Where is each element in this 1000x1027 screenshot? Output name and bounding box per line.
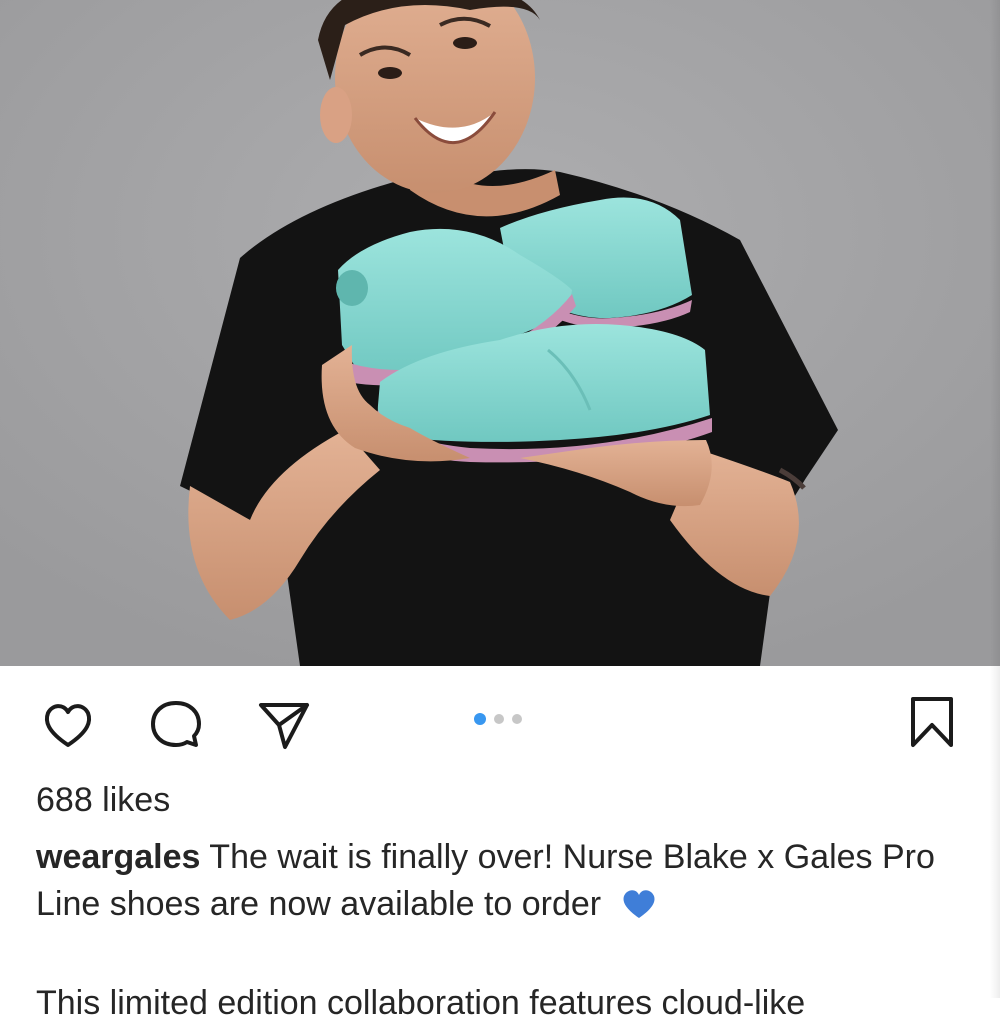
post-image[interactable] [0, 0, 1000, 666]
blue-heart-icon [619, 885, 659, 921]
post-action-bar [0, 666, 1000, 776]
heart-icon[interactable] [38, 694, 98, 754]
paper-plane-icon[interactable] [254, 694, 314, 754]
bookmark-icon[interactable] [902, 694, 962, 754]
carousel-dot-active [474, 713, 486, 725]
scroll-edge [990, 0, 1000, 998]
post-photo [0, 0, 1000, 666]
likes-count[interactable]: 688 likes [36, 778, 170, 822]
carousel-dot [512, 714, 522, 724]
speech-bubble-icon[interactable] [146, 694, 206, 754]
carousel-dot [494, 714, 504, 724]
post-caption: weargales The wait is finally over! Nurs… [36, 834, 956, 928]
caption-username[interactable]: weargales [36, 838, 200, 876]
carousel-indicator [474, 713, 522, 725]
caption-continuation: This limited edition collaboration featu… [36, 984, 806, 1022]
